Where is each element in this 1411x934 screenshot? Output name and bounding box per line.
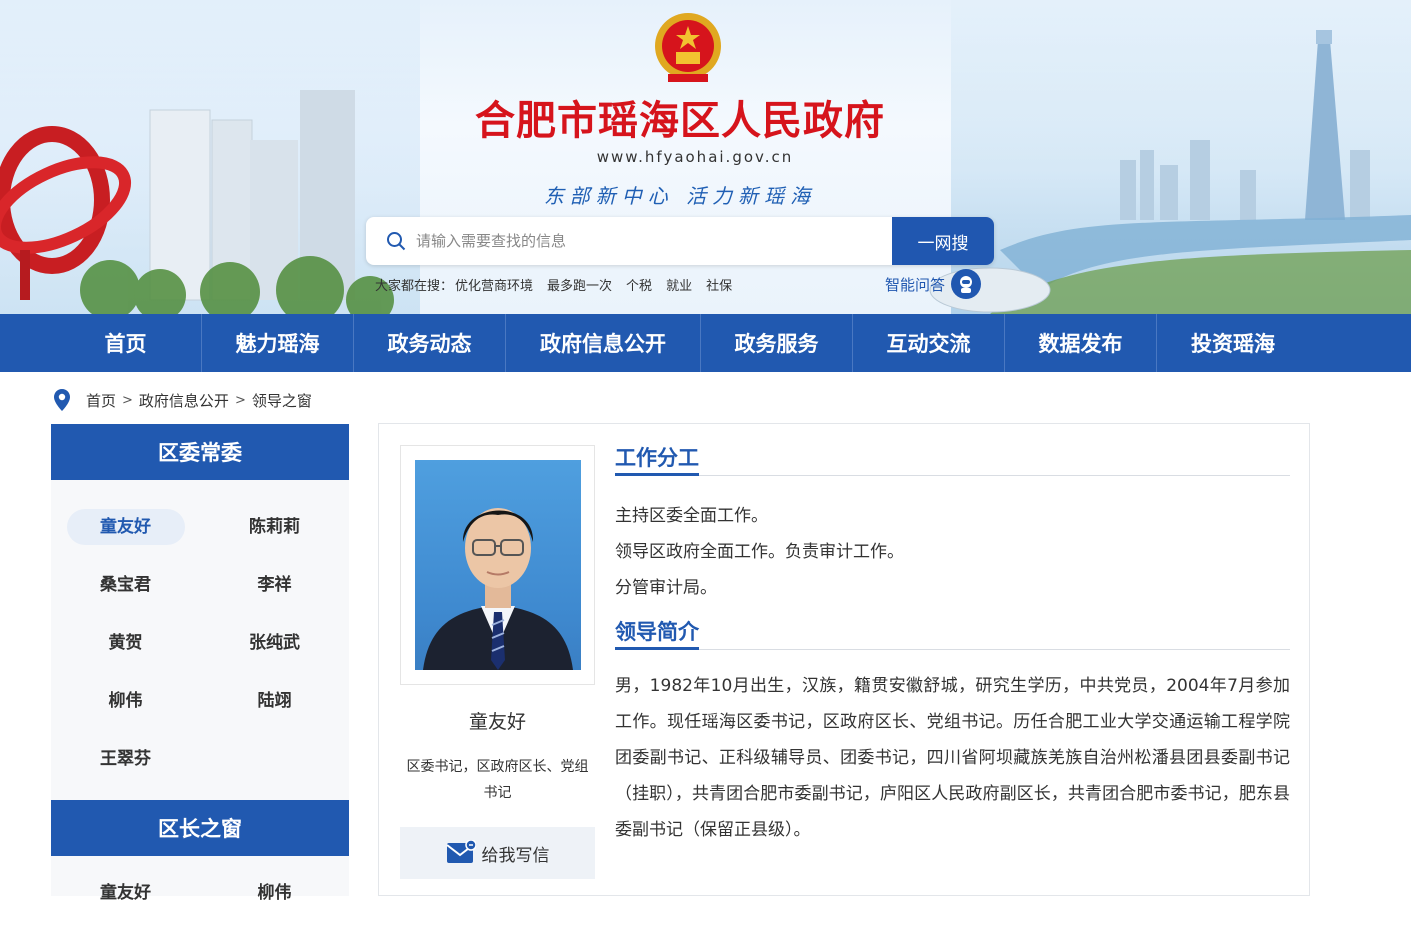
leader-bio: 男，1982年10月出生，汉族，籍贯安徽舒城，研究生学历，中共党员，2004年7… (615, 676, 1290, 840)
search-icon (387, 232, 406, 251)
nav-item-charm[interactable]: 魅力瑶海 (202, 314, 354, 372)
list-item: 陈莉莉 (200, 498, 349, 556)
leader-position: 区委书记，区政府区长、党组书记 (406, 759, 589, 801)
duty-item: 领导区政府全面工作。负责审计工作。 (615, 542, 904, 562)
search-box: 一网搜 (366, 217, 994, 265)
hot-search-item[interactable]: 优化营商环境 (455, 275, 533, 294)
hot-search-item[interactable]: 个税 (626, 275, 652, 294)
robot-icon (951, 269, 982, 299)
list-item: 张纯武 (200, 614, 349, 672)
hot-search-bar: 大家都在搜： 优化营商环境 最多跑一次 个税 就业 社保 (375, 275, 732, 294)
leader-name: 童友好 (468, 711, 526, 733)
main-nav: 首页 魅力瑶海 政务动态 政府信息公开 政务服务 互动交流 数据发布 投资瑶海 (0, 314, 1411, 372)
member-link[interactable]: 张纯武 (216, 625, 334, 661)
site-title: 合肥市瑶海区人民政府 (475, 97, 885, 144)
bio-heading-bar: 领导简介 (615, 616, 1290, 650)
site-slogan: 东部新中心 活力新瑶海 (543, 184, 817, 208)
leader-detail-card: 童友好 区委书记，区政府区长、党组书记 给我写信 工作分工 主持区委全面工作。 … (378, 423, 1310, 896)
member-link[interactable]: 童友好 (67, 875, 185, 911)
member-link[interactable]: 柳伟 (67, 683, 185, 719)
nav-item-data[interactable]: 数据发布 (1005, 314, 1157, 372)
duty-item: 主持区委全面工作。 (615, 506, 768, 526)
duty-section: 工作分工 主持区委全面工作。 领导区政府全面工作。负责审计工作。 分管审计局。 (615, 442, 1290, 606)
member-link-active[interactable]: 童友好 (66, 509, 185, 545)
write-letter-label: 给我写信 (481, 845, 550, 866)
leader-sidebar: 区委常委 童友好 陈莉莉 桑宝君 李祥 黄贺 张纯武 柳伟 陆翊 王翠芬 区长之… (51, 424, 349, 903)
list-item: 童友好 (51, 864, 200, 922)
hot-search-item[interactable]: 最多跑一次 (547, 275, 612, 294)
list-item: 柳伟 (200, 864, 349, 922)
leader-photo-frame (400, 445, 595, 685)
list-item: 柳伟 (51, 672, 200, 730)
hot-search-item[interactable]: 社保 (706, 275, 732, 294)
hot-search-item[interactable]: 就业 (666, 275, 692, 294)
search-input[interactable] (416, 217, 886, 265)
list-item: 王翠芬 (51, 730, 200, 788)
mail-icon (445, 840, 476, 863)
site-url: www.hfyaohai.gov.cn (596, 148, 794, 166)
breadcrumb-current[interactable]: 领导之窗 (252, 390, 312, 411)
smart-qa-link[interactable]: 智能问答 (885, 268, 982, 300)
mayor-member-list: 童友好 柳伟 (51, 856, 349, 934)
duty-list: 主持区委全面工作。 领导区政府全面工作。负责审计工作。 分管审计局。 (615, 498, 1290, 606)
breadcrumb-home[interactable]: 首页 (86, 390, 116, 411)
leader-photo (415, 460, 581, 670)
member-link[interactable]: 李祥 (216, 567, 334, 603)
location-pin-icon (54, 389, 70, 411)
bio-section: 领导简介 男，1982年10月出生，汉族，籍贯安徽舒城，研究生学历，中共党员，2… (615, 616, 1290, 848)
smart-qa-label: 智能问答 (885, 275, 946, 294)
breadcrumb-separator: > (234, 392, 246, 408)
list-item: 童友好 (51, 498, 200, 556)
sidebar-heading-mayor: 区长之窗 (51, 800, 349, 856)
duty-heading-bar: 工作分工 (615, 442, 1290, 476)
list-item: 陆翊 (200, 672, 349, 730)
nav-item-interaction[interactable]: 互动交流 (853, 314, 1005, 372)
write-letter-button[interactable]: 给我写信 (400, 827, 595, 879)
member-link[interactable]: 柳伟 (216, 875, 334, 911)
member-link[interactable]: 陆翊 (216, 683, 334, 719)
hot-search-label: 大家都在搜： (375, 279, 454, 294)
list-item: 黄贺 (51, 614, 200, 672)
breadcrumb-gov-info[interactable]: 政府信息公开 (139, 390, 229, 411)
search-button[interactable]: 一网搜 (892, 217, 994, 265)
member-link[interactable]: 桑宝君 (67, 567, 185, 603)
member-link[interactable]: 黄贺 (67, 625, 185, 661)
nav-item-invest[interactable]: 投资瑶海 (1157, 314, 1309, 372)
nav-item-news[interactable]: 政务动态 (354, 314, 506, 372)
nav-item-gov-info[interactable]: 政府信息公开 (506, 314, 701, 372)
list-item: 桑宝君 (51, 556, 200, 614)
sidebar-heading-committee: 区委常委 (51, 424, 349, 480)
bio-heading: 领导简介 (615, 616, 699, 650)
nav-item-services[interactable]: 政务服务 (701, 314, 853, 372)
breadcrumb-separator: > (122, 392, 133, 408)
duty-item: 分管审计局。 (615, 578, 717, 598)
portrait-graphic (423, 508, 573, 670)
member-link[interactable]: 王翠芬 (67, 741, 185, 777)
national-emblem-icon (655, 13, 721, 82)
duty-heading: 工作分工 (615, 442, 699, 476)
committee-member-list: 童友好 陈莉莉 桑宝君 李祥 黄贺 张纯武 柳伟 陆翊 王翠芬 (51, 480, 349, 800)
nav-item-home[interactable]: 首页 (50, 314, 202, 372)
member-link[interactable]: 陈莉莉 (216, 509, 334, 545)
list-item: 李祥 (200, 556, 349, 614)
breadcrumb: 首页 > 政府信息公开 > 领导之窗 (52, 387, 312, 413)
site-header: 合肥市瑶海区人民政府 www.hfyaohai.gov.cn 东部新中心 活力新… (0, 0, 1411, 314)
